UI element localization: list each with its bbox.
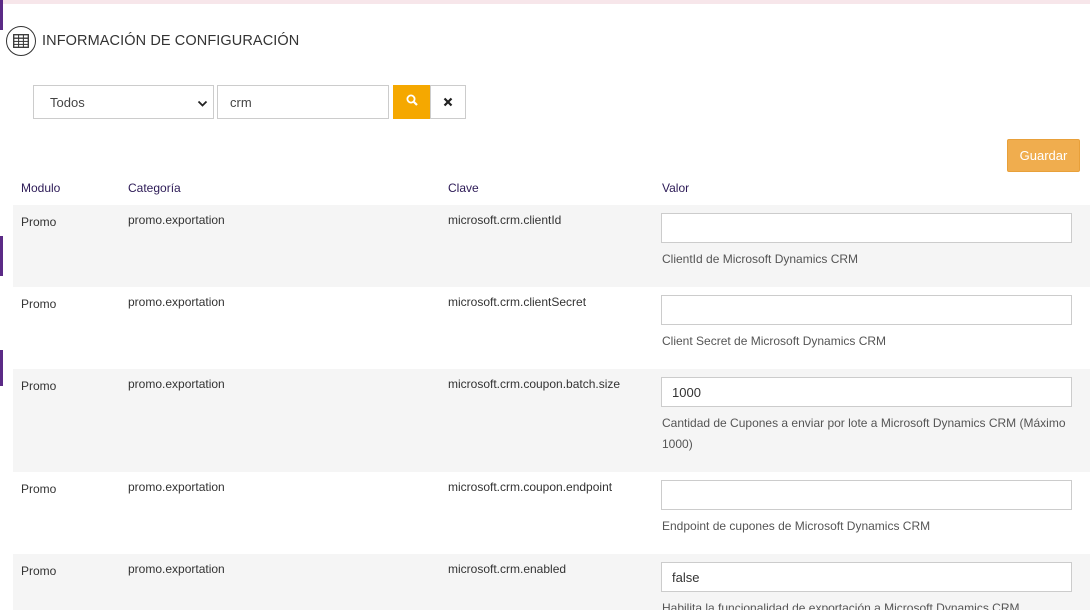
table-row: Promo promo.exportation microsoft.crm.en…	[13, 554, 1090, 610]
key-cell: microsoft.crm.enabled	[448, 562, 567, 576]
column-header-module: Modulo	[21, 181, 61, 195]
category-cell: promo.exportation	[128, 480, 225, 494]
module-cell: Promo	[21, 297, 57, 311]
save-button[interactable]: Guardar	[1007, 139, 1080, 172]
category-cell: promo.exportation	[128, 295, 225, 309]
value-input[interactable]	[661, 377, 1072, 407]
page-title: INFORMACIÓN DE CONFIGURACIÓN	[42, 33, 300, 49]
close-icon	[443, 95, 453, 110]
value-input[interactable]	[661, 295, 1072, 325]
key-cell: microsoft.crm.clientId	[448, 213, 562, 227]
left-accent-bar	[0, 350, 3, 386]
value-description: Endpoint de cupones de Microsoft Dynamic…	[662, 519, 931, 533]
category-cell: promo.exportation	[128, 377, 225, 391]
left-accent-bar	[0, 0, 3, 30]
value-description: Cantidad de Cupones a enviar por lote a …	[662, 416, 1066, 451]
module-cell: Promo	[21, 215, 57, 229]
table-row: Promo promo.exportation microsoft.crm.co…	[13, 472, 1090, 554]
value-description: ClientId de Microsoft Dynamics CRM	[662, 252, 859, 266]
category-cell: promo.exportation	[128, 213, 225, 227]
search-button[interactable]	[393, 85, 430, 119]
search-input[interactable]	[217, 85, 389, 119]
column-header-key: Clave	[448, 181, 479, 195]
value-input[interactable]	[661, 480, 1072, 510]
key-cell: microsoft.crm.clientSecret	[448, 295, 587, 309]
table-row: Promo promo.exportation microsoft.crm.co…	[13, 369, 1090, 472]
chevron-down-icon	[197, 97, 208, 112]
module-select-value: Todos	[50, 94, 85, 110]
clear-button[interactable]	[430, 85, 466, 119]
column-header-value: Valor	[662, 181, 690, 195]
module-cell: Promo	[21, 379, 57, 393]
table-icon	[6, 26, 36, 56]
table-row: Promo promo.exportation microsoft.crm.cl…	[13, 205, 1090, 287]
value-input[interactable]	[661, 213, 1072, 243]
left-accent-bar	[0, 236, 3, 276]
module-select[interactable]: Todos	[33, 85, 214, 119]
filter-bar: Todos	[33, 85, 466, 119]
key-cell: microsoft.crm.coupon.batch.size	[448, 377, 621, 391]
key-cell: microsoft.crm.coupon.endpoint	[448, 480, 613, 494]
category-cell: promo.exportation	[128, 562, 225, 576]
search-icon	[406, 93, 418, 111]
top-strip	[0, 0, 1090, 4]
module-cell: Promo	[21, 482, 57, 496]
value-description: Habilita la funcionalidad de exportación…	[662, 601, 1020, 610]
module-cell: Promo	[21, 564, 57, 578]
column-header-category: Categoría	[128, 181, 181, 195]
page-header: INFORMACIÓN DE CONFIGURACIÓN	[6, 26, 299, 56]
value-description: Client Secret de Microsoft Dynamics CRM	[662, 334, 887, 348]
value-input[interactable]	[661, 562, 1072, 592]
table-row: Promo promo.exportation microsoft.crm.cl…	[13, 287, 1090, 369]
